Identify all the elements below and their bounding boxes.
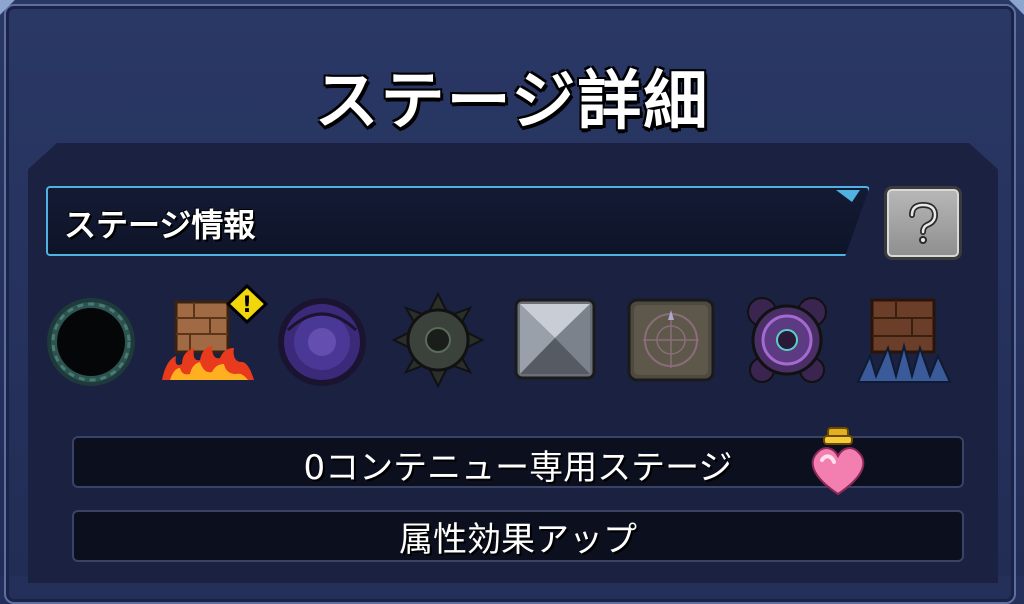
stage-info-label: ステージ情報 — [64, 206, 256, 244]
gravity-barrier-icon[interactable] — [742, 290, 838, 390]
warning-mark: ! — [242, 293, 252, 318]
purple-warp-icon[interactable] — [276, 290, 372, 390]
heart-potion-icon — [811, 427, 865, 496]
dialog-title: ステージ詳細 — [314, 65, 710, 139]
condition-text-attribute-boost: 属性効果アップ — [399, 520, 637, 560]
corner-ornament-left — [0, 0, 40, 40]
stone-block-icon[interactable] — [512, 290, 608, 390]
help-button[interactable] — [884, 186, 962, 260]
corner-ornament-right — [984, 0, 1024, 40]
dark-wormhole-icon[interactable] — [44, 290, 140, 390]
spiked-mine-icon[interactable] — [391, 290, 488, 390]
warning-icon: ! — [226, 284, 268, 324]
gimmick-icon-row: ! — [0, 284, 1024, 390]
magic-circle-panel-icon[interactable] — [626, 290, 722, 390]
block-damage-wall-icon[interactable]: ! — [160, 284, 268, 390]
question-icon — [909, 201, 939, 244]
damage-wall-icon[interactable] — [856, 290, 952, 390]
